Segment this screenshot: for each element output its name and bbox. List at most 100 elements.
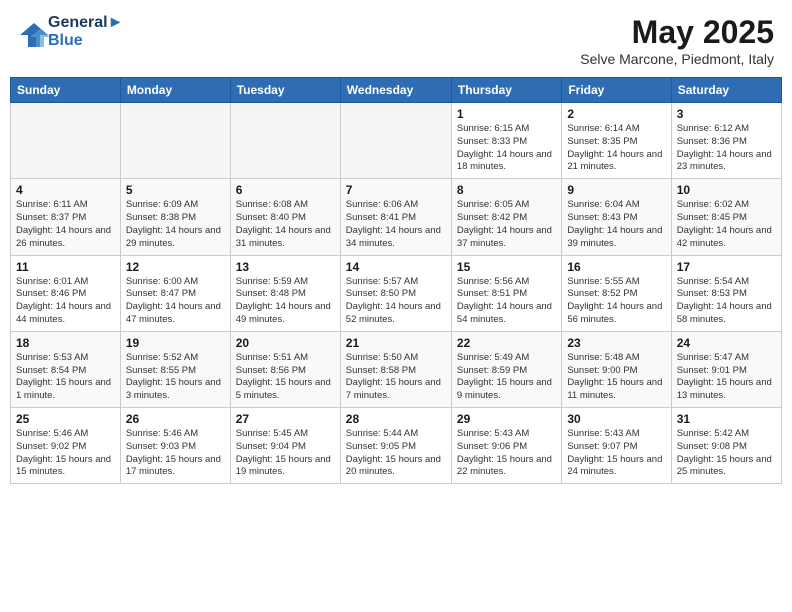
day-number: 11 <box>16 260 115 274</box>
day-content: Sunrise: 5:43 AMSunset: 9:07 PMDaylight:… <box>567 428 665 479</box>
day-content: Sunrise: 5:43 AMSunset: 9:06 PMDaylight:… <box>457 428 556 479</box>
logo-text: General► Blue <box>48 14 123 50</box>
calendar-cell: 20 Sunrise: 5:51 AMSunset: 8:56 PMDayligh… <box>230 331 340 407</box>
day-content: Sunrise: 5:52 AMSunset: 8:55 PMDaylight:… <box>126 352 225 403</box>
day-content: Sunrise: 6:01 AMSunset: 8:46 PMDaylight:… <box>16 276 115 327</box>
day-number: 12 <box>126 260 225 274</box>
calendar-cell: 7 Sunrise: 6:06 AMSunset: 8:41 PMDaylight… <box>340 179 451 255</box>
day-number: 19 <box>126 336 225 350</box>
calendar-cell: 28Sunrise: 5:44 AMSunset: 9:05 PMDayligh… <box>340 408 451 484</box>
calendar-header-row: SundayMondayTuesdayWednesdayThursdayFrid… <box>11 78 782 103</box>
day-content: Sunrise: 5:42 AMSunset: 9:08 PMDaylight:… <box>677 428 776 479</box>
page-header: General► Blue May 2025 Selve Marcone, Pi… <box>10 10 782 71</box>
calendar-cell: 26 Sunrise: 5:46 AMSunset: 9:03 PMDayligh… <box>120 408 230 484</box>
day-content: Sunrise: 5:56 AMSunset: 8:51 PMDaylight:… <box>457 276 556 327</box>
day-number: 7 <box>346 183 446 197</box>
day-header-friday: Friday <box>562 78 671 103</box>
calendar-cell: 25 Sunrise: 5:46 AMSunset: 9:02 PMDayligh… <box>11 408 121 484</box>
day-header-thursday: Thursday <box>451 78 561 103</box>
month-title: May 2025 <box>580 14 774 51</box>
day-content: Sunrise: 6:15 AMSunset: 8:33 PMDaylight:… <box>457 123 556 174</box>
day-content: Sunrise: 6:11 AMSunset: 8:37 PMDaylight:… <box>16 199 115 250</box>
day-content: Sunrise: 5:51 AMSunset: 8:56 PMDaylight:… <box>236 352 335 403</box>
calendar-week-2: 4 Sunrise: 6:11 AMSunset: 8:37 PMDaylight… <box>11 179 782 255</box>
calendar-cell: 21Sunrise: 5:50 AMSunset: 8:58 PMDayligh… <box>340 331 451 407</box>
day-content: Sunrise: 5:53 AMSunset: 8:54 PMDaylight:… <box>16 352 115 403</box>
day-content: Sunrise: 5:46 AMSunset: 9:02 PMDaylight:… <box>16 428 115 479</box>
day-content: Sunrise: 6:09 AMSunset: 8:38 PMDaylight:… <box>126 199 225 250</box>
calendar-cell: 9 Sunrise: 6:04 AMSunset: 8:43 PMDaylight… <box>562 179 671 255</box>
location-title: Selve Marcone, Piedmont, Italy <box>580 51 774 67</box>
day-content: Sunrise: 6:06 AMSunset: 8:41 PMDaylight:… <box>346 199 446 250</box>
day-content: Sunrise: 6:02 AMSunset: 8:45 PMDaylight:… <box>677 199 776 250</box>
day-number: 31 <box>677 412 776 426</box>
calendar-cell: 15 Sunrise: 5:56 AMSunset: 8:51 PMDayligh… <box>451 255 561 331</box>
calendar-cell: 16 Sunrise: 5:55 AMSunset: 8:52 PMDayligh… <box>562 255 671 331</box>
day-content: Sunrise: 6:08 AMSunset: 8:40 PMDaylight:… <box>236 199 335 250</box>
day-content: Sunrise: 6:00 AMSunset: 8:47 PMDaylight:… <box>126 276 225 327</box>
calendar-cell: 14 Sunrise: 5:57 AMSunset: 8:50 PMDayligh… <box>340 255 451 331</box>
title-section: May 2025 Selve Marcone, Piedmont, Italy <box>580 14 774 67</box>
day-number: 24 <box>677 336 776 350</box>
day-header-saturday: Saturday <box>671 78 781 103</box>
calendar-cell <box>11 103 121 179</box>
day-number: 17 <box>677 260 776 274</box>
calendar-cell: 18 Sunrise: 5:53 AMSunset: 8:54 PMDayligh… <box>11 331 121 407</box>
calendar-cell: 29 Sunrise: 5:43 AMSunset: 9:06 PMDayligh… <box>451 408 561 484</box>
day-number: 16 <box>567 260 665 274</box>
day-content: Sunrise: 5:48 AMSunset: 9:00 PMDaylight:… <box>567 352 665 403</box>
day-content: Sunrise: 5:54 AMSunset: 8:53 PMDaylight:… <box>677 276 776 327</box>
day-content: Sunrise: 5:59 AMSunset: 8:48 PMDaylight:… <box>236 276 335 327</box>
calendar-cell: 3 Sunrise: 6:12 AMSunset: 8:36 PMDaylight… <box>671 103 781 179</box>
day-number: 2 <box>567 107 665 121</box>
day-content: Sunrise: 5:57 AMSunset: 8:50 PMDaylight:… <box>346 276 446 327</box>
day-number: 15 <box>457 260 556 274</box>
calendar-week-5: 25 Sunrise: 5:46 AMSunset: 9:02 PMDayligh… <box>11 408 782 484</box>
calendar-cell: 2Sunrise: 6:14 AMSunset: 8:35 PMDaylight… <box>562 103 671 179</box>
day-number: 26 <box>126 412 225 426</box>
calendar-cell: 31 Sunrise: 5:42 AMSunset: 9:08 PMDayligh… <box>671 408 781 484</box>
calendar-cell <box>230 103 340 179</box>
logo-icon <box>18 21 46 43</box>
day-number: 29 <box>457 412 556 426</box>
day-number: 8 <box>457 183 556 197</box>
day-number: 20 <box>236 336 335 350</box>
day-header-wednesday: Wednesday <box>340 78 451 103</box>
calendar-cell: 8Sunrise: 6:05 AMSunset: 8:42 PMDaylight… <box>451 179 561 255</box>
day-number: 6 <box>236 183 335 197</box>
calendar-table: SundayMondayTuesdayWednesdayThursdayFrid… <box>10 77 782 484</box>
logo: General► Blue <box>18 14 123 50</box>
day-content: Sunrise: 5:46 AMSunset: 9:03 PMDaylight:… <box>126 428 225 479</box>
day-number: 27 <box>236 412 335 426</box>
day-content: Sunrise: 5:49 AMSunset: 8:59 PMDaylight:… <box>457 352 556 403</box>
day-number: 5 <box>126 183 225 197</box>
calendar-cell: 12 Sunrise: 6:00 AMSunset: 8:47 PMDayligh… <box>120 255 230 331</box>
calendar-cell: 1Sunrise: 6:15 AMSunset: 8:33 PMDaylight… <box>451 103 561 179</box>
day-number: 3 <box>677 107 776 121</box>
day-number: 25 <box>16 412 115 426</box>
day-header-monday: Monday <box>120 78 230 103</box>
calendar-cell: 4 Sunrise: 6:11 AMSunset: 8:37 PMDaylight… <box>11 179 121 255</box>
calendar-week-3: 11 Sunrise: 6:01 AMSunset: 8:46 PMDayligh… <box>11 255 782 331</box>
day-content: Sunrise: 5:47 AMSunset: 9:01 PMDaylight:… <box>677 352 776 403</box>
day-content: Sunrise: 5:45 AMSunset: 9:04 PMDaylight:… <box>236 428 335 479</box>
calendar-cell: 5 Sunrise: 6:09 AMSunset: 8:38 PMDaylight… <box>120 179 230 255</box>
calendar-cell: 13Sunrise: 5:59 AMSunset: 8:48 PMDayligh… <box>230 255 340 331</box>
day-header-sunday: Sunday <box>11 78 121 103</box>
day-content: Sunrise: 6:12 AMSunset: 8:36 PMDaylight:… <box>677 123 776 174</box>
calendar-cell: 30 Sunrise: 5:43 AMSunset: 9:07 PMDayligh… <box>562 408 671 484</box>
day-number: 14 <box>346 260 446 274</box>
day-number: 9 <box>567 183 665 197</box>
calendar-cell: 23Sunrise: 5:48 AMSunset: 9:00 PMDayligh… <box>562 331 671 407</box>
calendar-week-4: 18 Sunrise: 5:53 AMSunset: 8:54 PMDayligh… <box>11 331 782 407</box>
day-content: Sunrise: 5:44 AMSunset: 9:05 PMDaylight:… <box>346 428 446 479</box>
day-content: Sunrise: 6:04 AMSunset: 8:43 PMDaylight:… <box>567 199 665 250</box>
day-number: 30 <box>567 412 665 426</box>
day-number: 18 <box>16 336 115 350</box>
day-content: Sunrise: 5:55 AMSunset: 8:52 PMDaylight:… <box>567 276 665 327</box>
calendar-cell: 24 Sunrise: 5:47 AMSunset: 9:01 PMDayligh… <box>671 331 781 407</box>
day-number: 21 <box>346 336 446 350</box>
day-number: 22 <box>457 336 556 350</box>
day-number: 4 <box>16 183 115 197</box>
calendar-cell: 22 Sunrise: 5:49 AMSunset: 8:59 PMDayligh… <box>451 331 561 407</box>
